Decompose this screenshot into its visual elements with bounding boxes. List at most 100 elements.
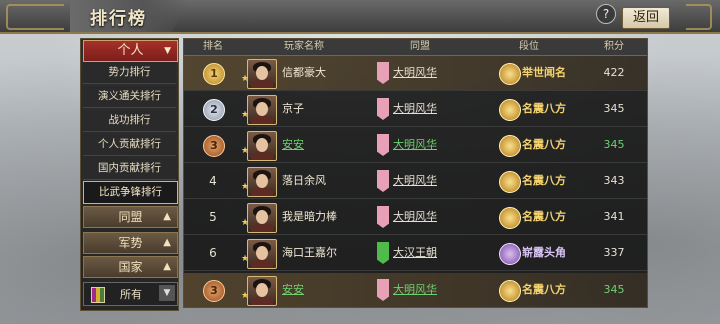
rank-number: 6 — [209, 246, 217, 260]
player-name[interactable]: 安安 — [282, 128, 304, 162]
tier-emblem-icon — [499, 135, 521, 157]
side-menu-header-personal[interactable]: 个人 ▼ — [83, 40, 178, 62]
tier-emblem-icon — [499, 171, 521, 193]
star-icon: ★ — [241, 218, 250, 228]
star-icon: ★ — [241, 110, 250, 120]
player-name[interactable]: 我是暗力棒 — [282, 200, 337, 234]
table-row[interactable]: 3 ★ 安安 大明风华 名震八方 345 — [184, 128, 647, 163]
score-value: 337 — [603, 246, 625, 259]
tier-emblem-icon — [499, 99, 521, 121]
table-row[interactable]: 1 ★ 信都豪大 大明风华 举世闻名 422 — [184, 56, 647, 91]
col-player: 玩家名称 — [284, 41, 324, 52]
side-category-nation[interactable]: 国家 ▲ — [83, 256, 178, 278]
table-row[interactable]: 4 ★ 落日余风 大明风华 名震八方 343 — [184, 164, 647, 199]
player-avatar[interactable] — [247, 203, 277, 233]
player-name[interactable]: 信都豪大 — [282, 56, 326, 90]
filter-value: 所有 — [120, 288, 142, 301]
chevron-up-icon: ▲ — [163, 261, 171, 272]
chevron-up-icon: ▲ — [163, 211, 171, 222]
score-value: 422 — [603, 66, 625, 79]
table-header: 排名 玩家名称 同盟 段位 积分 — [184, 39, 647, 56]
self-rank-row[interactable]: 3 ★ 安安 大明风华 名震八方 345 — [184, 273, 647, 307]
tier-label: 名震八方 — [522, 210, 566, 223]
nation-filter-select[interactable]: 所有 ▼ — [83, 282, 178, 306]
chevron-up-icon: ▲ — [163, 237, 171, 248]
ornament-left-icon — [6, 4, 64, 30]
col-score: 积分 — [604, 41, 624, 52]
top-bar: 排行榜 ? 返回 — [0, 0, 720, 34]
col-tier: 段位 — [519, 41, 539, 52]
col-rank: 排名 — [203, 41, 223, 52]
rank-medal-icon: 3 — [203, 280, 225, 302]
rank-medal-icon: 1 — [203, 63, 225, 85]
alliance-name[interactable]: 大明风华 — [393, 56, 437, 90]
back-button[interactable]: 返回 — [622, 7, 670, 29]
side-category-label: 同盟 — [118, 210, 143, 224]
alliance-name[interactable]: 大明风华 — [393, 200, 437, 234]
alliance-banner-icon — [377, 170, 389, 192]
tier-emblem-icon — [499, 280, 521, 302]
ranking-table: 排名 玩家名称 同盟 段位 积分 1 ★ 信都豪大 大明风华 举世闻名 422 2 ★ 京子 大明… — [183, 38, 648, 308]
player-avatar[interactable] — [247, 59, 277, 89]
alliance-name[interactable]: 大汉王朝 — [393, 236, 437, 270]
col-alliance: 同盟 — [410, 41, 430, 52]
player-name[interactable]: 京子 — [282, 92, 304, 126]
ornament-right-icon — [686, 4, 712, 30]
rank-number: 5 — [209, 210, 217, 224]
tier-label: 名震八方 — [522, 174, 566, 187]
table-row[interactable]: 6 ★ 海口王嘉尔 大汉王朝 崭露头角 337 — [184, 236, 647, 271]
tier-label: 举世闻名 — [522, 66, 566, 79]
tier-emblem-icon — [499, 243, 521, 265]
player-avatar[interactable] — [247, 167, 277, 197]
star-icon: ★ — [241, 182, 250, 192]
player-avatar[interactable] — [247, 276, 277, 306]
rank-medal-icon: 2 — [203, 99, 225, 121]
alliance-name[interactable]: 大明风华 — [393, 164, 437, 198]
side-category-army[interactable]: 军势 ▲ — [83, 232, 178, 254]
score-value: 341 — [603, 210, 625, 223]
player-avatar[interactable] — [247, 131, 277, 161]
table-row[interactable]: 2 ★ 京子 大明风华 名震八方 345 — [184, 92, 647, 127]
side-item-personal-contribution-rank[interactable]: 个人贡献排行 — [83, 134, 176, 156]
player-avatar[interactable] — [247, 95, 277, 125]
side-item-tournament-rank[interactable]: 比武争锋排行 — [83, 181, 178, 204]
tier-label: 名震八方 — [522, 102, 566, 115]
chevron-down-icon: ▼ — [164, 46, 171, 56]
alliance-banner-icon — [377, 279, 389, 301]
alliance-name[interactable]: 大明风华 — [393, 92, 437, 126]
alliance-name[interactable]: 大明风华 — [393, 273, 437, 307]
tier-label: 名震八方 — [522, 283, 566, 296]
alliance-banner-icon — [377, 62, 389, 84]
player-avatar[interactable] — [247, 239, 277, 269]
alliance-banner-icon — [377, 206, 389, 228]
chevron-down-icon[interactable]: ▼ — [159, 285, 175, 301]
table-row[interactable]: 5 ★ 我是暗力棒 大明风华 名震八方 341 — [184, 200, 647, 235]
alliance-banner-icon — [377, 134, 389, 156]
help-button[interactable]: ? — [596, 4, 616, 24]
tier-label: 名震八方 — [522, 138, 566, 151]
star-icon: ★ — [241, 74, 250, 84]
tier-emblem-icon — [499, 207, 521, 229]
score-value: 343 — [603, 174, 625, 187]
side-item-merit-rank[interactable]: 战功排行 — [83, 110, 176, 132]
rank-medal-icon: 3 — [203, 135, 225, 157]
player-name[interactable]: 安安 — [282, 273, 304, 307]
rank-number: 4 — [209, 174, 217, 188]
score-value: 345 — [603, 283, 625, 296]
nation-flag-icon — [91, 287, 105, 303]
alliance-name[interactable]: 大明风华 — [393, 128, 437, 162]
side-category-label: 军势 — [118, 236, 143, 250]
side-item-power-rank[interactable]: 势力排行 — [83, 62, 176, 84]
side-menu-header-label: 个人 — [117, 43, 144, 58]
player-name[interactable]: 落日余风 — [282, 164, 326, 198]
tier-emblem-icon — [499, 63, 521, 85]
star-icon: ★ — [241, 146, 250, 156]
alliance-banner-icon — [377, 242, 389, 264]
page-title: 排行榜 — [90, 9, 147, 29]
side-item-domestic-contribution-rank[interactable]: 国内贡献排行 — [83, 158, 176, 180]
player-name[interactable]: 海口王嘉尔 — [282, 236, 337, 270]
side-category-alliance[interactable]: 同盟 ▲ — [83, 206, 178, 228]
star-icon: ★ — [241, 254, 250, 264]
side-item-story-rank[interactable]: 演义通关排行 — [83, 86, 176, 108]
score-value: 345 — [603, 138, 625, 151]
